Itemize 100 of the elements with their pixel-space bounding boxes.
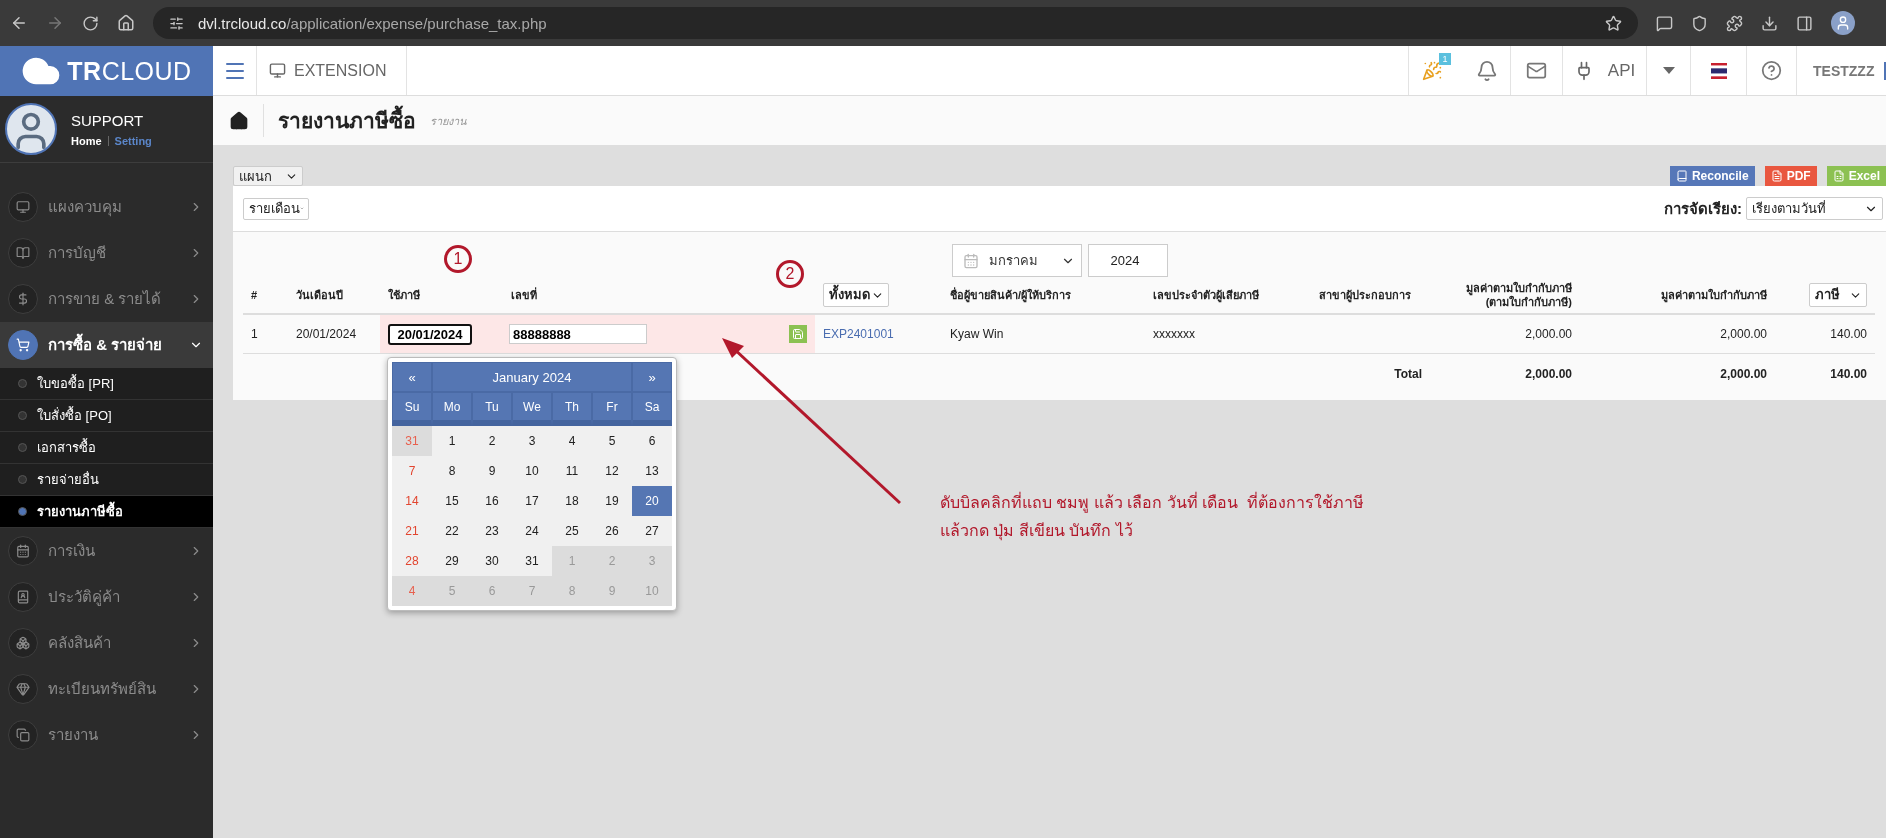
calendar-day[interactable]: 17 — [512, 486, 552, 516]
column-header: # — [251, 288, 258, 302]
forward-icon[interactable] — [46, 14, 64, 32]
calendar-day[interactable]: 12 — [592, 456, 632, 486]
sidebar-subitem[interactable]: รายจ่ายอื่น — [0, 464, 213, 496]
calendar-day[interactable]: 6 — [632, 426, 672, 456]
calendar-day[interactable]: 26 — [592, 516, 632, 546]
calendar-day[interactable]: 28 — [392, 546, 432, 576]
extensions-icon[interactable] — [1726, 14, 1743, 32]
sidebar-item[interactable]: ทะเบียนทรัพย์สิน — [0, 666, 213, 712]
bookmark-star-icon[interactable] — [1605, 14, 1622, 32]
total-cell-text: 2,000.00 — [1524, 365, 1573, 383]
help-icon[interactable] — [1761, 60, 1782, 81]
sidebar-item[interactable]: การบัญชี — [0, 230, 213, 276]
weekday-label: Sa — [632, 392, 672, 426]
calendar-day[interactable]: 30 — [472, 546, 512, 576]
calendar-day[interactable]: 3 — [512, 426, 552, 456]
calendar-day[interactable]: 25 — [552, 516, 592, 546]
sidebar-item[interactable]: การเงิน — [0, 528, 213, 574]
user-name[interactable]: TESTZZZ — [1813, 62, 1875, 79]
period-select[interactable]: รายเดือน — [243, 197, 309, 220]
sidebar-item[interactable]: แผงควบคุม — [0, 184, 213, 230]
home-icon[interactable] — [117, 14, 135, 32]
calendar-icon — [8, 536, 38, 566]
sidebar-item[interactable]: คลังสินค้า — [0, 620, 213, 666]
weekday-label: Th — [552, 392, 592, 426]
tax-id-cell: xxxxxxx — [1145, 315, 1311, 354]
weekday-label: Tu — [472, 392, 512, 426]
calendar-day[interactable]: 24 — [512, 516, 552, 546]
calendar-day[interactable]: 22 — [432, 516, 472, 546]
chat-extension-icon[interactable] — [1656, 14, 1673, 32]
year-field[interactable]: 2024 — [1087, 244, 1168, 277]
calendar-day[interactable]: 11 — [552, 456, 592, 486]
home-icon[interactable] — [229, 110, 249, 131]
instruction-note: ดับบิลคลิกที่แถบ ชมพู แล้ว เลือก วันที่ เดือน ที่ต้องการใช้ภาษี แล้วกด ปุ่ม สีเขียน บันทึก ไว้ — [940, 491, 1365, 543]
sidebar-item[interactable]: การขาย & รายได้ — [0, 276, 213, 322]
setting-link[interactable]: Setting — [114, 134, 152, 147]
column-header: สาขาผู้ประกอบการ — [1319, 288, 1411, 302]
next-month-button[interactable]: » — [632, 362, 672, 392]
bell-icon[interactable] — [1475, 59, 1498, 82]
sidebar-subitem[interactable]: ใบขอซื้อ [PR] — [0, 368, 213, 400]
page-title: รายงานภาษีซื้อ — [263, 104, 416, 137]
reconcile-button[interactable]: Reconcile — [1669, 166, 1755, 186]
sort-label: การจัดเรียง: — [1664, 198, 1742, 219]
column-filter-select[interactable]: ทั้งหมด — [823, 283, 889, 307]
calendar-day[interactable]: 2 — [472, 426, 512, 456]
tax-date-input[interactable]: 20/01/2024 — [388, 323, 472, 345]
profile-avatar[interactable] — [1831, 11, 1855, 35]
calendar-day[interactable]: 23 — [472, 516, 512, 546]
site-settings-icon[interactable] — [169, 15, 184, 31]
document-number-input[interactable]: 88888888 — [509, 324, 647, 344]
calendar-day[interactable]: 31 — [512, 546, 552, 576]
logo-text: TRCLOUD — [67, 56, 192, 86]
pdf-button[interactable]: PDF — [1764, 166, 1817, 186]
calendar-day[interactable]: 8 — [432, 456, 472, 486]
column-header: เลขประจำตัวผู้เสียภาษี — [1153, 288, 1259, 302]
calendar-day[interactable]: 4 — [552, 426, 592, 456]
api-button[interactable]: API — [1573, 60, 1636, 81]
profile-name: SUPPORT — [71, 111, 145, 129]
calendar-day[interactable]: 19 — [592, 486, 632, 516]
document-link[interactable]: EXP2401001 — [823, 327, 894, 341]
address-bar[interactable]: dvl.trcloud.co/application/expense/purchase_tax.php — [153, 7, 1638, 39]
calendar-day[interactable]: 29 — [432, 546, 472, 576]
calendar-day[interactable]: 9 — [472, 456, 512, 486]
column-filter-select[interactable]: ภาษี — [1809, 283, 1867, 307]
side-panel-icon[interactable] — [1796, 14, 1813, 32]
sidebar-subitem[interactable]: เอกสารซื้อ — [0, 432, 213, 464]
department-select[interactable]: แผนก — [233, 166, 303, 186]
calendar-day[interactable]: 15 — [432, 486, 472, 516]
shield-icon[interactable] — [1691, 14, 1708, 32]
sort-select[interactable]: เรียงตามวันที่ — [1746, 197, 1883, 220]
back-icon[interactable] — [10, 14, 28, 32]
month-select[interactable]: มกราคม — [951, 244, 1082, 277]
calendar-day[interactable]: 5 — [592, 426, 632, 456]
calendar-day[interactable]: 21 — [392, 516, 432, 546]
calendar-day[interactable]: 10 — [512, 456, 552, 486]
calendar-day[interactable]: 7 — [392, 456, 432, 486]
calendar-month-title[interactable]: January 2024 — [432, 362, 632, 392]
reload-icon[interactable] — [82, 14, 99, 32]
extension-button[interactable]: EXTENSION — [257, 46, 408, 95]
sidebar-subitem[interactable]: รายงานภาษีซื้อ — [0, 496, 213, 528]
caret-down-icon[interactable] — [1662, 67, 1675, 74]
sidebar-item[interactable]: รายงาน — [0, 712, 213, 758]
calendar-day[interactable]: 18 — [552, 486, 592, 516]
previous-month-button[interactable]: « — [392, 362, 432, 392]
calendar-day[interactable]: 16 — [472, 486, 512, 516]
tax-cell: 140.00 — [1775, 315, 1875, 354]
calendar-day[interactable]: 1 — [432, 426, 472, 456]
download-icon[interactable] — [1761, 14, 1778, 32]
sidebar-subitem[interactable]: ใบสั่งซื้อ [PO] — [0, 400, 213, 432]
notification-count: 1 — [1439, 52, 1451, 65]
calendar-day[interactable]: 27 — [632, 516, 672, 546]
sidebar-item[interactable]: การซื้อ & รายจ่าย — [0, 322, 213, 368]
calendar-day[interactable]: 14 — [392, 486, 432, 516]
mail-icon[interactable] — [1526, 60, 1547, 81]
calendar-day[interactable]: 20 — [632, 486, 672, 516]
calendar-day[interactable]: 13 — [632, 456, 672, 486]
sidebar-item[interactable]: ประวัติคู่ค้า — [0, 574, 213, 620]
file-icon — [1770, 170, 1783, 182]
home-link[interactable]: Home — [71, 134, 102, 147]
